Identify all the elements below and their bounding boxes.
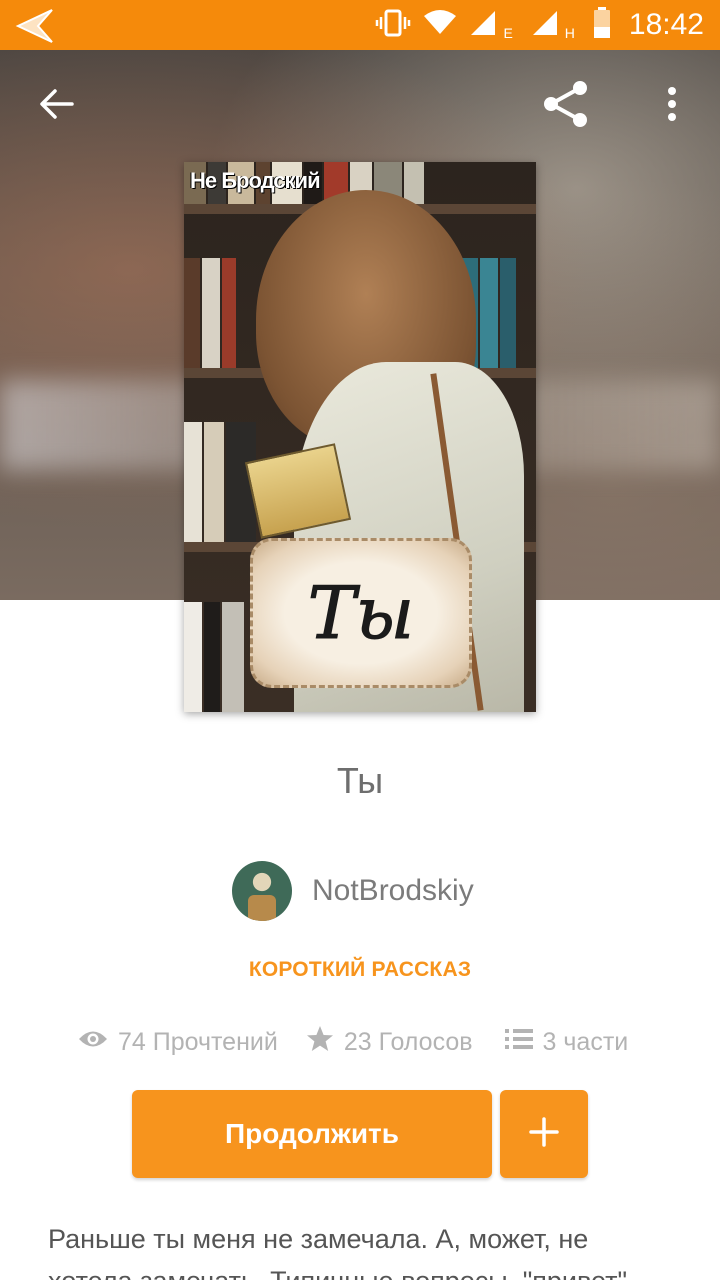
- status-bar: E H 18:42: [0, 0, 720, 50]
- share-button[interactable]: [542, 80, 590, 132]
- signal-icon: [469, 9, 497, 42]
- network-type-h: H: [564, 25, 575, 41]
- list-icon: [504, 1028, 533, 1057]
- author-name[interactable]: NotBrodskiy: [312, 874, 474, 908]
- story-title: Ты: [336, 760, 384, 801]
- arrow-left-icon: [38, 86, 74, 127]
- star-icon: [306, 1025, 334, 1060]
- plus-icon: [529, 1116, 559, 1152]
- book-cover[interactable]: Не Бродский Ты: [184, 162, 536, 712]
- votes-stat: 23 Голосов: [306, 1025, 473, 1060]
- status-icons: E H 18:42: [375, 0, 704, 50]
- genre-label[interactable]: КОРОТКИЙ РАССКАЗ: [0, 958, 720, 982]
- share-icon: [542, 80, 590, 133]
- avatar[interactable]: [232, 861, 292, 921]
- back-button[interactable]: [32, 80, 80, 132]
- reads-count: 74 Прочтений: [118, 1027, 278, 1056]
- vibrate-icon: [375, 9, 411, 42]
- parts-stat[interactable]: 3 части: [504, 1028, 629, 1057]
- network-type-e: E: [503, 25, 513, 41]
- cover-title-plaque: Ты: [250, 538, 472, 688]
- reads-stat: 74 Прочтений: [78, 1028, 278, 1057]
- story-stats: 74 Прочтений 23 Голосов 3 части: [78, 1020, 678, 1064]
- eye-icon: [78, 1028, 108, 1057]
- author-link[interactable]: NotBrodskiy: [232, 860, 474, 922]
- parts-count[interactable]: 3 части: [543, 1028, 629, 1057]
- votes-count: 23 Голосов: [343, 1027, 473, 1056]
- cover-author-text: Не Бродский: [190, 168, 321, 193]
- nav-back-icon: [14, 8, 54, 49]
- story-description: Раньше ты меня не замечала. А, может, не…: [48, 1224, 635, 1280]
- continue-reading-button[interactable]: Продолжить: [132, 1090, 492, 1178]
- add-to-library-button[interactable]: [500, 1090, 588, 1178]
- more-vert-icon: [666, 86, 678, 127]
- cover-title-text: Ты: [307, 571, 415, 656]
- more-options-button[interactable]: [648, 80, 696, 132]
- status-time: 18:42: [628, 8, 704, 41]
- battery-icon: [593, 6, 611, 44]
- signal-icon: [531, 9, 559, 42]
- wifi-icon: [423, 9, 457, 41]
